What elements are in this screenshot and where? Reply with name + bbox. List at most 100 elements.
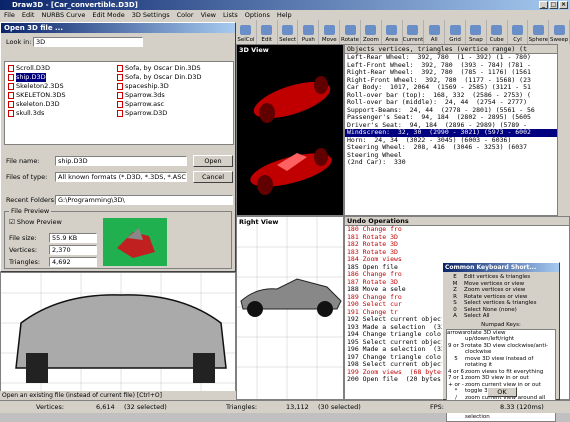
fps-label: FPS: <box>430 403 444 411</box>
toolbar-button[interactable]: Edit <box>257 20 278 44</box>
file-icon <box>117 65 123 72</box>
file-icon <box>117 110 123 117</box>
toolbar-button[interactable]: All <box>424 20 446 44</box>
right-view[interactable]: Right View <box>236 216 344 400</box>
shortcut-keys-list: E Edit vertices & triangles M Move vertices… <box>446 274 556 320</box>
open-button[interactable]: Open <box>193 155 233 167</box>
status-bar: Vertices: 6,614 (32 selected) Triangles:… <box>0 400 570 413</box>
look-in-select[interactable]: 3D <box>33 37 143 47</box>
file-name: Sofa, by Oscar Din.D3D <box>125 73 202 81</box>
file-item[interactable]: Sparrow.D3D <box>117 109 202 118</box>
file-item[interactable]: spaceship.3D <box>117 82 202 91</box>
file-list[interactable]: Scroll.D3D ship.D3D Skeleton2.3DS SKELETON.… <box>4 61 234 145</box>
toolbar-button[interactable]: Snap <box>466 20 487 44</box>
file-item[interactable]: SKELETON.3DS <box>8 91 66 100</box>
tool-icon <box>532 25 544 35</box>
menu-item[interactable]: Lists <box>223 10 238 20</box>
file-icon <box>117 92 123 99</box>
recent-folders-label: Recent Folders: <box>6 196 57 204</box>
file-item[interactable]: skeleton.D3D <box>8 100 66 109</box>
numpad-row: 9 or 3 rotate 3D view clockwise/anti-cloc… <box>447 343 555 356</box>
ok-button[interactable]: OK <box>487 387 517 397</box>
file-column-left: Scroll.D3D ship.D3D Skeleton2.3DS SKELETON.… <box>8 64 66 118</box>
window-controls: _ □ × <box>539 1 568 9</box>
toolbar-button[interactable]: Cube <box>487 20 508 44</box>
minimize-button[interactable]: _ <box>539 1 548 9</box>
file-icon <box>117 74 123 81</box>
file-name: Scroll.D3D <box>16 64 51 72</box>
tool-icon <box>428 25 440 35</box>
right-view-wireframe <box>237 217 343 399</box>
menu-item[interactable]: Options <box>245 10 270 20</box>
toolbar-button[interactable]: SelCol <box>236 20 257 44</box>
tool-icon <box>302 25 314 35</box>
menu-item[interactable]: NURBS Curve <box>41 10 85 20</box>
file-item[interactable]: Skeleton2.3DS <box>8 82 66 91</box>
toolbar-label: Sweep <box>550 37 569 43</box>
vertices-status-label: Vertices: <box>36 403 65 411</box>
close-button[interactable]: × <box>559 1 568 9</box>
filesize-value: 55.9 KB <box>49 233 97 243</box>
menu-item[interactable]: Help <box>277 10 292 20</box>
toolbar-button[interactable]: Zoom <box>361 20 382 44</box>
menu-item[interactable]: Color <box>177 10 194 20</box>
keyboard-shortcuts-dialog: Common Keyboard Short... E Edit vertices … <box>442 262 560 422</box>
objects-list-pane[interactable]: Objects vertices, triangles (vertice ran… <box>344 44 558 216</box>
toolbar-button[interactable]: Select <box>278 20 299 44</box>
recent-folders-select[interactable]: G:\Programming\3D\ <box>55 195 233 205</box>
toolbar: SelCol Edit Select Push Move Rotate Zoom Area Cu… <box>236 20 570 44</box>
menu-item[interactable]: View <box>201 10 216 20</box>
triangles-value: 4,692 <box>49 257 97 267</box>
toolbar-button[interactable]: Rotate <box>340 20 361 44</box>
numpad-row: arrows rotate 3D view up/down/left/right <box>447 330 555 343</box>
numpad-desc: move 3D view instead of rotating it <box>465 355 534 369</box>
file-item[interactable]: Sofa, by Oscar Din.3DS <box>117 64 202 73</box>
file-icon <box>8 110 14 117</box>
toolbar-button[interactable]: Current <box>403 20 425 44</box>
menu-item[interactable]: 3D Settings <box>132 10 170 20</box>
front-view[interactable] <box>0 272 236 400</box>
look-in-label: Look in: <box>6 38 32 46</box>
toolbar-button[interactable]: Cyl <box>508 20 529 44</box>
object-row[interactable]: (2nd Car): 330 <box>345 158 557 167</box>
menu-item[interactable]: File <box>4 10 15 20</box>
toolbar-label: Current <box>402 37 424 43</box>
filetype-select[interactable]: All known formats (*.D3D, *.3DS, *.ASC, … <box>55 172 187 182</box>
file-name: spaceship.3D <box>125 82 169 90</box>
3d-view[interactable]: 3D View <box>236 44 344 216</box>
menu-item[interactable]: Edit <box>22 10 35 20</box>
vertices-selected: (32 selected) <box>124 403 167 411</box>
tool-icon <box>470 25 482 35</box>
filename-input[interactable]: ship.D3D <box>55 156 187 166</box>
toolbar-button[interactable]: Sphere <box>528 20 550 44</box>
toolbar-label: Move <box>321 37 337 43</box>
toolbar-label: Select <box>279 37 297 43</box>
tool-icon <box>261 25 273 35</box>
maximize-button[interactable]: □ <box>549 1 558 9</box>
menu-item[interactable]: Edit Mode <box>92 10 124 20</box>
show-preview-checkbox[interactable]: ☑ Show Preview <box>9 218 62 226</box>
file-name: Sparrow.asc <box>125 100 165 108</box>
toolbar-button[interactable]: Move <box>319 20 341 44</box>
toolbar-button[interactable]: Sweep <box>549 20 570 44</box>
tool-icon <box>240 25 252 35</box>
toolbar-button[interactable]: Push <box>298 20 320 44</box>
toolbar-button[interactable]: Area <box>382 20 403 44</box>
file-item[interactable]: Sparrow.asc <box>117 100 202 109</box>
numpad-title: Numpad Keys: <box>481 321 521 328</box>
triangles-selected: (30 selected) <box>318 403 361 411</box>
file-item[interactable]: Sofa, by Oscar Din.D3D <box>117 73 202 82</box>
file-name: Sparrow.3ds <box>125 91 165 99</box>
cancel-button[interactable]: Cancel <box>193 171 233 183</box>
file-name: Sparrow.D3D <box>125 109 168 117</box>
file-item[interactable]: ship.D3D <box>8 73 66 82</box>
file-item[interactable]: Sparrow.3ds <box>117 91 202 100</box>
objects-list: Left-Rear Wheel: 392, 780 (1 - 392) (1 -… <box>345 53 557 167</box>
file-item[interactable]: Scroll.D3D <box>8 64 66 73</box>
vertices-status-value: 6,614 <box>96 403 115 411</box>
toolbar-label: Zoom <box>362 37 379 43</box>
file-item[interactable]: skull.3ds <box>8 109 66 118</box>
undo-text: Open file (20 bytes) <box>362 375 445 383</box>
toolbar-button[interactable]: Grid <box>445 20 466 44</box>
toolbar-label: All <box>430 37 438 43</box>
